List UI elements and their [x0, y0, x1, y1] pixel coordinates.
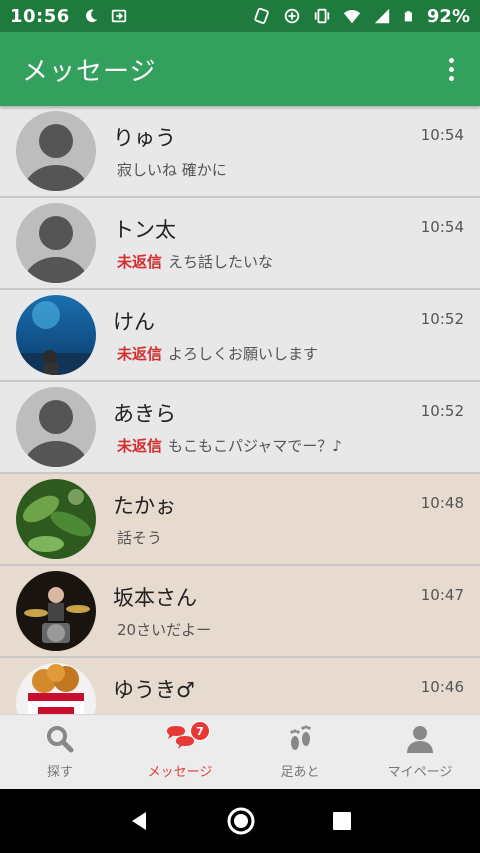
- avatar: [16, 571, 96, 651]
- contact-name: 坂本さん: [113, 586, 197, 610]
- wifi-icon: [343, 10, 361, 24]
- contact-name: トン太: [113, 218, 176, 242]
- unread-count-badge: 7: [190, 721, 210, 741]
- message-text: 話そう: [117, 529, 163, 547]
- conversation-row[interactable]: たかぉ 10:48 話そう: [0, 474, 480, 566]
- moon-icon: [85, 9, 98, 23]
- avatar: [16, 479, 96, 559]
- message-time: 10:47: [420, 586, 464, 604]
- contact-name: ゆうき♂: [113, 678, 195, 702]
- signal-icon: [374, 8, 390, 24]
- unreplied-badge: 未返信: [117, 345, 163, 363]
- default-person-icon: [24, 124, 88, 191]
- contact-name: りゅう: [113, 126, 176, 150]
- conversation-row[interactable]: りゅう 10:54 寂しいね 確かに: [0, 106, 480, 198]
- default-person-icon: [24, 400, 88, 467]
- contact-name: たかぉ: [113, 494, 176, 518]
- message-preview: 20さいだよー: [117, 619, 211, 640]
- contact-name: けん: [113, 310, 155, 334]
- page-title: メッセージ: [22, 56, 157, 87]
- conversation-list: りゅう 10:54 寂しいね 確かに トン太 10:54 未返信えち話したいな: [0, 106, 480, 714]
- tab-label: メッセージ: [147, 765, 213, 780]
- app-bar: メッセージ: [0, 32, 480, 106]
- default-person-icon: [24, 216, 88, 283]
- recents-icon[interactable]: [331, 810, 353, 832]
- tab-mypage[interactable]: マイページ: [360, 715, 480, 789]
- tab-footprints[interactable]: 足あと: [240, 715, 360, 789]
- battery-percent: 92%: [426, 5, 470, 27]
- cast-icon: [111, 9, 126, 23]
- status-time: 10:56: [10, 5, 70, 27]
- plants-photo: [16, 479, 96, 559]
- message-text: 寂しいね 確かに: [117, 161, 227, 179]
- person-icon: [407, 726, 433, 753]
- tab-label: 探す: [46, 765, 73, 780]
- more-vertical-icon[interactable]: [444, 57, 458, 81]
- message-text: 20さいだよー: [117, 621, 212, 639]
- data-saver-icon: [284, 8, 300, 24]
- conversation-row[interactable]: あきら 10:52 未返信 もこもこパジャマでー？♪: [0, 382, 480, 474]
- search-icon: [47, 726, 74, 753]
- message-text: よろしくお願いします: [168, 345, 319, 363]
- back-icon[interactable]: [127, 809, 151, 833]
- message-preview: 話そう: [117, 527, 162, 548]
- message-preview: 未返信 えち話したいな: [117, 251, 273, 272]
- message-text: えち話したいな: [168, 253, 274, 271]
- bottom-tab-bar: 探す 7 メッセージ 足あと マイページ: [0, 714, 480, 789]
- message-time: 10:54: [420, 218, 464, 236]
- avatar: [16, 295, 96, 375]
- message-preview: 未返信 よろしくお願いします: [117, 343, 318, 364]
- tab-label: マイページ: [387, 765, 453, 780]
- battery-icon: [404, 11, 412, 22]
- avatar: [16, 203, 96, 283]
- footprints-icon: [290, 725, 311, 750]
- avatar: [16, 387, 96, 467]
- unreplied-badge: 未返信: [117, 437, 163, 455]
- fried-chicken-photo: [16, 663, 96, 714]
- message-time: 10:48: [420, 494, 464, 512]
- vibrate-icon: [314, 8, 330, 24]
- message-time: 10:52: [420, 402, 464, 420]
- conversation-row[interactable]: トン太 10:54 未返信 えち話したいな: [0, 198, 480, 290]
- message-time: 10:54: [420, 126, 464, 144]
- home-icon[interactable]: [225, 805, 257, 837]
- avatar: [16, 111, 96, 191]
- avatar: [16, 663, 96, 714]
- contact-name: あきら: [113, 402, 176, 426]
- status-bar: 10:56 92%: [0, 0, 480, 32]
- message-time: 10:46: [420, 678, 464, 696]
- message-preview: 寂しいね 確かに: [117, 159, 227, 180]
- conversation-row[interactable]: 坂本さん 10:47 20さいだよー: [0, 566, 480, 658]
- tab-messages[interactable]: 7 メッセージ: [120, 715, 240, 789]
- conversation-row[interactable]: けん 10:52 未返信 よろしくお願いします: [0, 290, 480, 382]
- aquarium-photo: [16, 295, 96, 375]
- message-preview: 未返信 もこもこパジャマでー？♪: [117, 435, 342, 456]
- tab-search[interactable]: 探す: [0, 715, 120, 789]
- nfc-icon: [254, 7, 269, 24]
- drummer-photo: [16, 571, 96, 651]
- system-nav-bar: [0, 789, 480, 853]
- tab-label: 足あと: [280, 765, 320, 780]
- message-text: もこもこパジャマでー？♪: [168, 437, 342, 455]
- conversation-row[interactable]: ゆうき♂ 10:46: [0, 658, 480, 714]
- unreplied-badge: 未返信: [117, 253, 163, 271]
- message-time: 10:52: [420, 310, 464, 328]
